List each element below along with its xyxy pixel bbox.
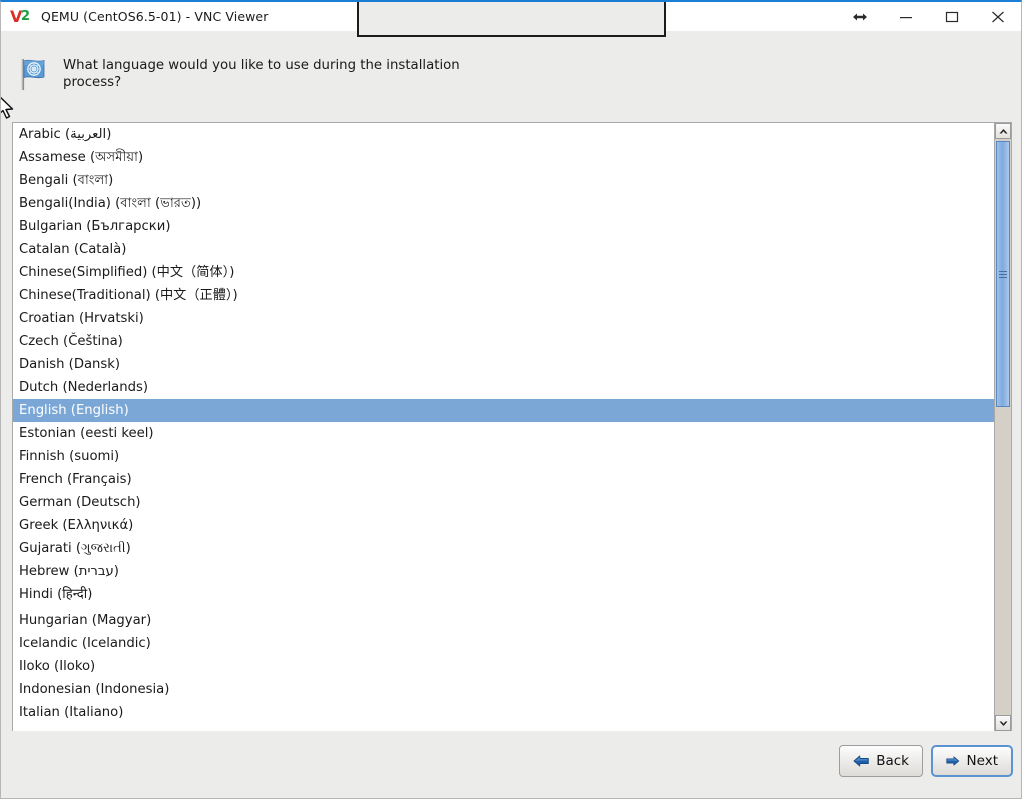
list-item[interactable]: Arabic (العربية) bbox=[13, 123, 994, 146]
list-item[interactable]: Finnish (suomi) bbox=[13, 445, 994, 468]
list-item[interactable]: Bulgarian (Български) bbox=[13, 215, 994, 238]
clipped-dialog-outline bbox=[357, 2, 666, 37]
list-item[interactable]: German (Deutsch) bbox=[13, 491, 994, 514]
back-button[interactable]: Back bbox=[839, 745, 923, 777]
list-item[interactable]: Hungarian (Magyar) bbox=[13, 609, 994, 632]
list-item[interactable]: Czech (Čeština) bbox=[13, 330, 994, 353]
language-listbox[interactable]: Arabic (العربية) Assamese (অসমীয়া) Bengal… bbox=[12, 122, 1012, 732]
list-item[interactable]: Iloko (Iloko) bbox=[13, 655, 994, 678]
list-item[interactable]: Bengali(India) (বাংলা (ভারত)) bbox=[13, 192, 994, 215]
list-item[interactable]: Chinese(Simplified) (中文（简体）) bbox=[13, 261, 994, 284]
installer-footer: Back Next bbox=[1, 731, 1021, 798]
vertical-scrollbar[interactable] bbox=[994, 123, 1011, 731]
resize-horizontal-icon[interactable] bbox=[837, 2, 883, 31]
list-item[interactable]: Hebrew (עברית) bbox=[13, 560, 994, 583]
list-item[interactable]: English (English) bbox=[13, 399, 994, 422]
scroll-up-icon[interactable] bbox=[995, 123, 1011, 139]
maximize-button[interactable] bbox=[929, 2, 975, 31]
installer-header: What language would you like to use duri… bbox=[1, 37, 1021, 119]
list-item[interactable]: Indonesian (Indonesia) bbox=[13, 678, 994, 701]
list-item[interactable]: Assamese (অসমীয়া) bbox=[13, 146, 994, 169]
vnc-viewer-logo-icon: V 2 bbox=[10, 8, 34, 26]
back-button-label: Back bbox=[876, 753, 909, 769]
list-item[interactable]: Bengali (বাংলা) bbox=[13, 169, 994, 192]
list-item[interactable]: Italian (Italiano) bbox=[13, 701, 994, 724]
list-item[interactable]: Greek (Ελληνικά) bbox=[13, 514, 994, 537]
logo-letter-secondary: 2 bbox=[21, 8, 31, 24]
list-item[interactable]: Dutch (Nederlands) bbox=[13, 376, 994, 399]
mouse-cursor-icon bbox=[1, 96, 14, 119]
minimize-button[interactable] bbox=[883, 2, 929, 31]
list-item[interactable]: Gujarati (ગુજરાતી) bbox=[13, 537, 994, 560]
scrollbar-thumb[interactable] bbox=[996, 141, 1010, 407]
list-item[interactable]: Estonian (eesti keel) bbox=[13, 422, 994, 445]
list-item[interactable]: Hindi (हिन्दी) bbox=[13, 583, 994, 606]
arrow-left-icon bbox=[853, 755, 869, 767]
close-button[interactable] bbox=[975, 2, 1021, 31]
next-button[interactable]: Next bbox=[931, 745, 1013, 777]
next-button-label: Next bbox=[966, 753, 998, 769]
scroll-down-icon[interactable] bbox=[995, 715, 1011, 731]
arrow-right-icon bbox=[946, 756, 960, 766]
page-title: What language would you like to use duri… bbox=[63, 58, 460, 90]
list-item[interactable]: Chinese(Traditional) (中文（正體）) bbox=[13, 284, 994, 307]
list-item[interactable]: French (Français) bbox=[13, 468, 994, 491]
un-flag-icon bbox=[21, 59, 45, 90]
window-controls bbox=[837, 2, 1021, 31]
list-item[interactable]: Icelandic (Icelandic) bbox=[13, 632, 994, 655]
vnc-viewer-window: V 2 QEMU (CentOS6.5-01) - VNC Viewer Wha… bbox=[0, 0, 1022, 799]
language-list-items: Arabic (العربية) Assamese (অসমীয়া) Bengal… bbox=[13, 123, 994, 724]
list-item[interactable]: Catalan (Català) bbox=[13, 238, 994, 261]
list-item[interactable]: Croatian (Hrvatski) bbox=[13, 307, 994, 330]
scrollbar-grip-icon bbox=[999, 269, 1007, 280]
window-title: QEMU (CentOS6.5-01) - VNC Viewer bbox=[41, 9, 269, 24]
list-item[interactable]: Danish (Dansk) bbox=[13, 353, 994, 376]
